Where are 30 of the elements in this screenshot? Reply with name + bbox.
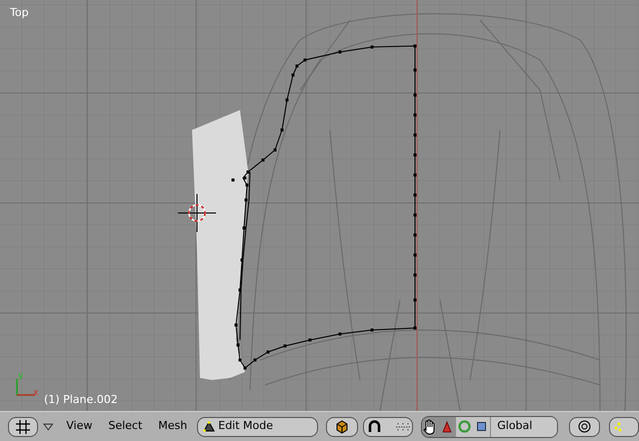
select-mode-button[interactable] (609, 416, 639, 436)
menu-item[interactable]: View (63, 418, 96, 435)
cube-icon (335, 420, 350, 434)
pivot-button[interactable] (569, 416, 600, 436)
y-axis-label: y (18, 372, 24, 381)
vertex-dots-icon (614, 422, 622, 432)
view-name: Top (10, 7, 29, 18)
manipulator-toggle[interactable] (456, 416, 474, 436)
manipulator-toggle[interactable] (438, 416, 456, 436)
magnet-icon[interactable] (368, 420, 381, 433)
manipulator-toggle[interactable] (422, 416, 439, 436)
menu-item[interactable]: Mesh (155, 418, 190, 435)
editor-type-button[interactable] (8, 416, 38, 436)
dotted-arrows-icon[interactable] (394, 422, 411, 432)
grid-icon (16, 420, 30, 434)
hand-icon (423, 418, 438, 434)
mode-dropdown[interactable]: Edit Mode (197, 416, 318, 436)
draw-type-button[interactable] (326, 416, 358, 436)
object-label: (1) Plane.002 (44, 394, 118, 405)
square-icon (477, 422, 486, 431)
mesh-triangle-icon (203, 421, 216, 432)
manipulator-toggle[interactable] (473, 416, 490, 436)
3d-cursor-icon (178, 194, 216, 232)
ring-icon (458, 420, 471, 433)
menu-item[interactable]: Select (105, 418, 146, 435)
triangle-icon (442, 420, 452, 432)
target-icon (578, 420, 592, 433)
collapse-triangle-icon[interactable] (42, 422, 54, 430)
orientation-dropdown[interactable]: Global (490, 416, 558, 436)
x-axis-label: x (33, 389, 38, 398)
